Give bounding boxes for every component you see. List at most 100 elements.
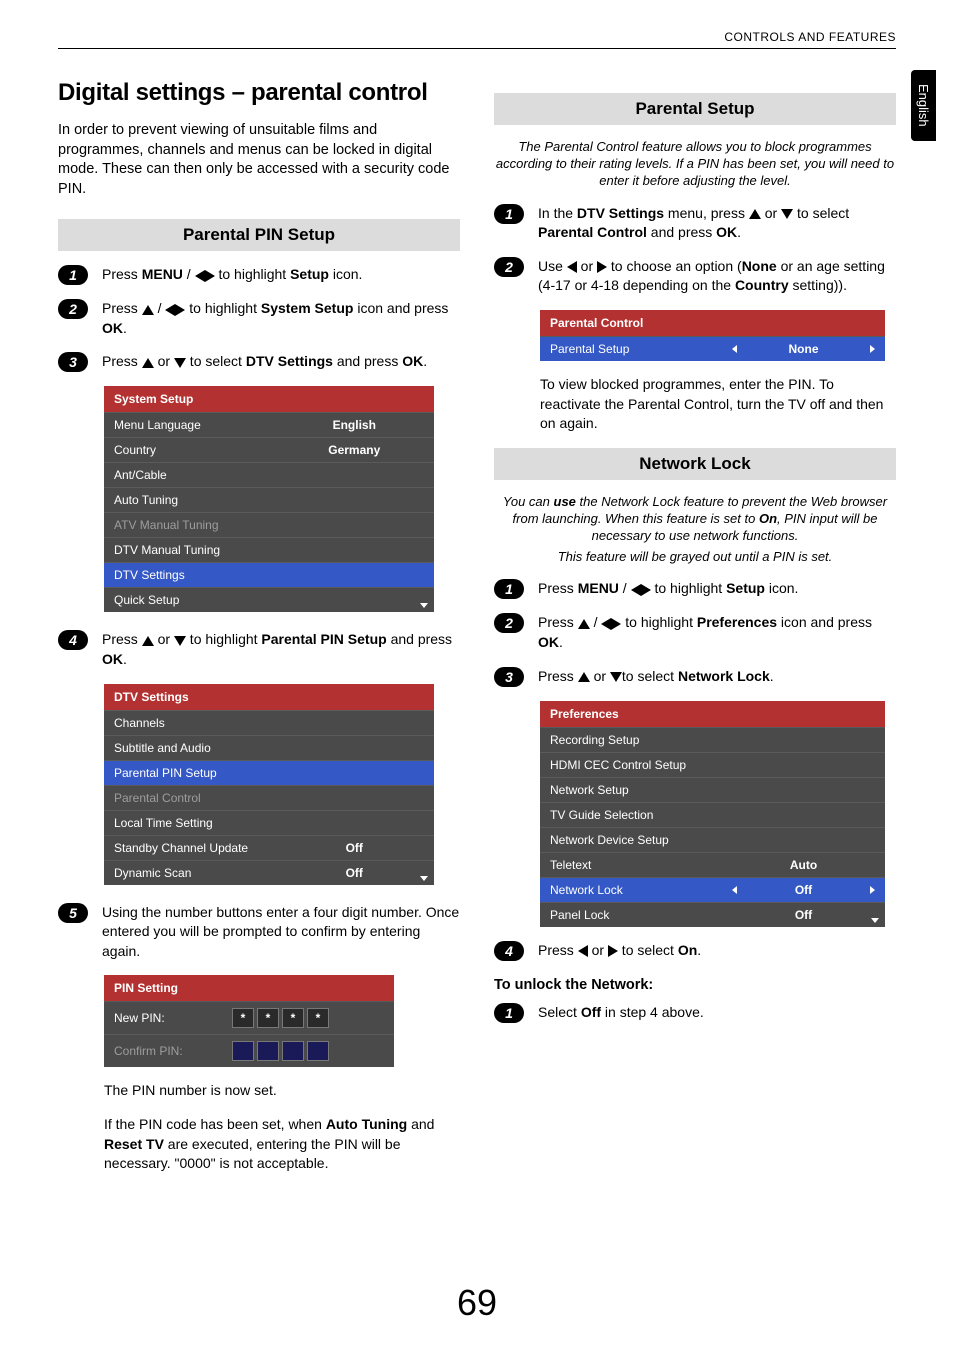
- menu-label: Dynamic Scan: [114, 866, 285, 880]
- menu-title: System Setup: [104, 386, 434, 412]
- pin-cell-empty: [257, 1041, 279, 1061]
- text: to select: [186, 353, 246, 369]
- menu-row: Network Device Setup: [540, 827, 885, 852]
- step-number-icon: 2: [494, 613, 524, 633]
- preferences-menu: Preferences Recording Setup HDMI CEC Con…: [540, 701, 885, 927]
- text-bold: On: [678, 942, 697, 958]
- text: or: [154, 353, 174, 369]
- text: to highlight: [185, 300, 261, 316]
- text: setting)).: [789, 277, 847, 293]
- arrow-up-icon: [142, 636, 154, 646]
- text: .: [770, 668, 774, 684]
- text: icon.: [765, 580, 798, 596]
- text-bold: Auto Tuning: [326, 1116, 407, 1132]
- pin-label: Confirm PIN:: [114, 1044, 204, 1058]
- pin-cell-empty: [232, 1041, 254, 1061]
- sub-heading-parental-setup: Parental Setup: [494, 93, 896, 125]
- text: and: [407, 1116, 434, 1132]
- menu-title: Parental Control: [540, 310, 885, 336]
- menu-row: Subtitle and Audio: [104, 735, 434, 760]
- menu-label: Menu Language: [114, 418, 285, 432]
- arrow-down-icon: [610, 672, 622, 682]
- text: Use: [538, 258, 567, 274]
- ps-step-2: 2 Use or to choose an option (None or an…: [494, 257, 896, 296]
- text: If the PIN code has been set, when: [104, 1116, 326, 1132]
- menu-row: TeletextAuto: [540, 852, 885, 877]
- right-column: Parental Setup The Parental Control feat…: [494, 79, 896, 1188]
- text: or: [761, 205, 781, 221]
- ps-step-1: 1 In the DTV Settings menu, press or to …: [494, 204, 896, 243]
- note-text: To view blocked programmes, enter the PI…: [540, 375, 896, 434]
- menu-value: Off: [737, 883, 870, 897]
- text-bold: Network Lock: [678, 668, 770, 684]
- step-2: 2 Press / to highlight System Setup icon…: [58, 299, 460, 338]
- menu-label: ATV Manual Tuning: [114, 518, 219, 532]
- text: icon and press: [777, 614, 872, 630]
- sub-intro: You can use the Network Lock feature to …: [494, 494, 896, 545]
- language-tab: English: [911, 70, 936, 141]
- text: /: [154, 300, 166, 316]
- menu-label: Channels: [114, 716, 165, 730]
- menu-row: DTV Manual Tuning: [104, 537, 434, 562]
- menu-label: Ant/Cable: [114, 468, 167, 482]
- menu-label: Teletext: [550, 858, 732, 872]
- menu-row-selected: Network LockOff: [540, 877, 885, 902]
- scroll-down-icon: [871, 918, 879, 923]
- menu-label: TV Guide Selection: [550, 808, 732, 822]
- menu-label: Quick Setup: [114, 593, 179, 607]
- text: .: [123, 651, 127, 667]
- sub-heading-network-lock: Network Lock: [494, 448, 896, 480]
- text-bold: Setup: [726, 580, 765, 596]
- text: Press: [538, 580, 578, 596]
- menu-label: Local Time Setting: [114, 816, 213, 830]
- menu-label: Standby Channel Update: [114, 841, 285, 855]
- text: to highlight: [215, 266, 291, 282]
- text: Press: [538, 942, 578, 958]
- pin-row-new: New PIN: * * * *: [104, 1001, 394, 1034]
- step-5: 5 Using the number buttons enter a four …: [58, 903, 460, 962]
- text: or: [154, 631, 174, 647]
- menu-value: None: [737, 342, 870, 356]
- text-bold: OK: [538, 634, 559, 650]
- text: Press: [102, 631, 142, 647]
- text-bold: OK: [402, 353, 423, 369]
- arrow-right-icon: [611, 618, 621, 630]
- menu-value: Off: [285, 841, 425, 855]
- menu-row: TV Guide Selection: [540, 802, 885, 827]
- text-bold: DTV Settings: [246, 353, 333, 369]
- text-bold: Parental Control: [538, 224, 647, 240]
- step-number-icon: 2: [494, 257, 524, 277]
- arrow-left-icon: [601, 618, 611, 630]
- text: icon and press: [353, 300, 448, 316]
- arrow-up-icon: [578, 619, 590, 629]
- svg-text:1: 1: [505, 581, 513, 597]
- menu-value: Germany: [285, 443, 425, 457]
- pin-cell: *: [307, 1008, 329, 1028]
- text: to highlight: [186, 631, 262, 647]
- arrow-right-icon: [597, 261, 607, 273]
- menu-row: Channels: [104, 710, 434, 735]
- menu-label: Panel Lock: [550, 908, 732, 922]
- menu-row-selected: Parental Setup None: [540, 336, 885, 361]
- arrow-right-icon: [608, 945, 618, 957]
- text-bold: Country: [735, 277, 789, 293]
- text: Press: [102, 266, 142, 282]
- step-3: 3 Press or to select DTV Settings and pr…: [58, 352, 460, 372]
- menu-label: Subtitle and Audio: [114, 741, 211, 755]
- dtv-settings-menu: DTV Settings Channels Subtitle and Audio…: [104, 684, 434, 885]
- menu-title: DTV Settings: [104, 684, 434, 710]
- arrow-down-icon: [174, 636, 186, 646]
- text-bold: MENU: [578, 580, 619, 596]
- text: to select: [622, 668, 678, 684]
- menu-row: Quick Setup: [104, 587, 434, 612]
- svg-text:1: 1: [69, 267, 77, 283]
- text-bold: Reset TV: [104, 1136, 164, 1152]
- text: or: [588, 942, 608, 958]
- arrow-up-icon: [578, 672, 590, 682]
- menu-label: HDMI CEC Control Setup: [550, 758, 732, 772]
- text-bold: Preferences: [697, 614, 777, 630]
- step-number-icon: 1: [494, 579, 524, 599]
- svg-text:5: 5: [69, 905, 77, 921]
- step-number-icon: 1: [494, 1003, 524, 1023]
- arrow-left-icon: [165, 304, 175, 316]
